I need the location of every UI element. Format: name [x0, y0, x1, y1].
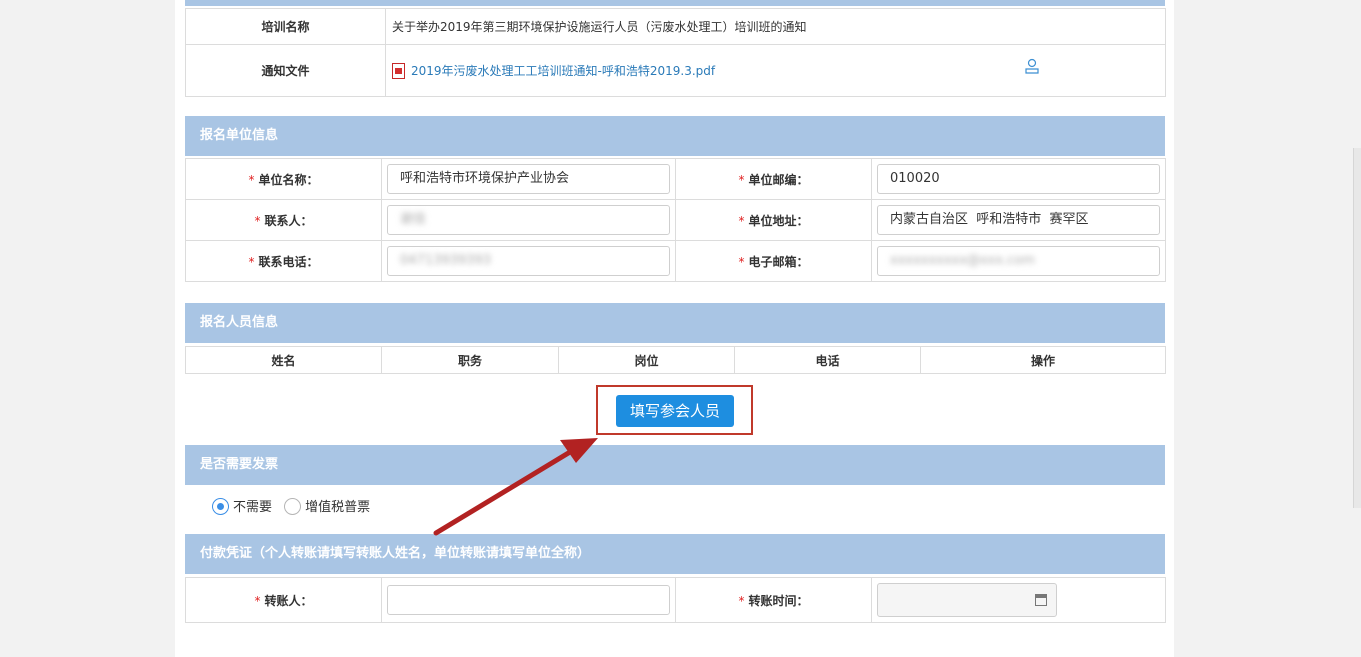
annotation-arrow: [433, 438, 598, 536]
arrow-shaft: [433, 446, 578, 536]
arrow-head: [560, 438, 598, 463]
